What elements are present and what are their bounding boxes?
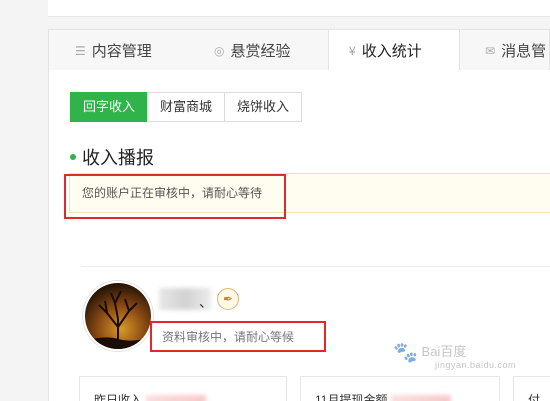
- username-visible-char: 、: [199, 294, 213, 310]
- divider: [81, 266, 550, 267]
- yen-icon: ¥: [349, 44, 356, 58]
- pen-nib-badge-icon[interactable]: ✒: [217, 288, 239, 310]
- tab-income-stats[interactable]: ¥ 收入统计: [328, 30, 460, 73]
- coin-icon: ◎: [214, 44, 225, 58]
- list-icon: ☰: [75, 44, 86, 58]
- tab-bounty-experience[interactable]: ◎ 悬赏经验: [214, 30, 291, 72]
- blurred-value: [146, 395, 207, 401]
- stat-card-truncated: 付: [513, 376, 550, 401]
- blurred-value: [391, 395, 452, 401]
- paw-logo-icon: 🐾: [393, 342, 418, 364]
- subtab-wealth-mall[interactable]: 财富商城: [147, 92, 226, 122]
- section-title: 收入播报: [70, 144, 154, 170]
- tab-message-management[interactable]: ✉ 消息管: [485, 30, 546, 72]
- subtab-huizi-income[interactable]: 回字收入: [70, 92, 149, 122]
- main-tabbar: ☰ 内容管理 ◎ 悬赏经验 ¥ 收入统计 ✉ 消息管: [48, 29, 550, 73]
- tab-content-management[interactable]: ☰ 内容管理: [75, 30, 152, 72]
- bullet-dot-icon: [70, 154, 76, 160]
- highlight-box-review: [150, 321, 326, 352]
- subtab-shaobing-income[interactable]: 烧饼收入: [224, 92, 303, 122]
- income-subtabs: 回字收入 财富商城 烧饼收入: [70, 92, 303, 122]
- tree-silhouette-icon: [85, 290, 151, 349]
- page: ☰ 内容管理 ◎ 悬赏经验 ¥ 收入统计 ✉ 消息管 回字收入 财富商城 烧饼收入 收入…: [0, 0, 550, 401]
- stat-card-monthly-withdrawal: 11月提现金额: [300, 376, 500, 401]
- mail-icon: ✉: [485, 44, 496, 58]
- avatar[interactable]: [85, 283, 151, 349]
- watermark: 🐾 Bai百度 jingyan.baidu.com: [393, 342, 517, 370]
- highlight-box-notice: [64, 174, 286, 219]
- stat-card-yesterday-income: 昨日收入: [79, 376, 287, 401]
- top-card: [48, 0, 550, 17]
